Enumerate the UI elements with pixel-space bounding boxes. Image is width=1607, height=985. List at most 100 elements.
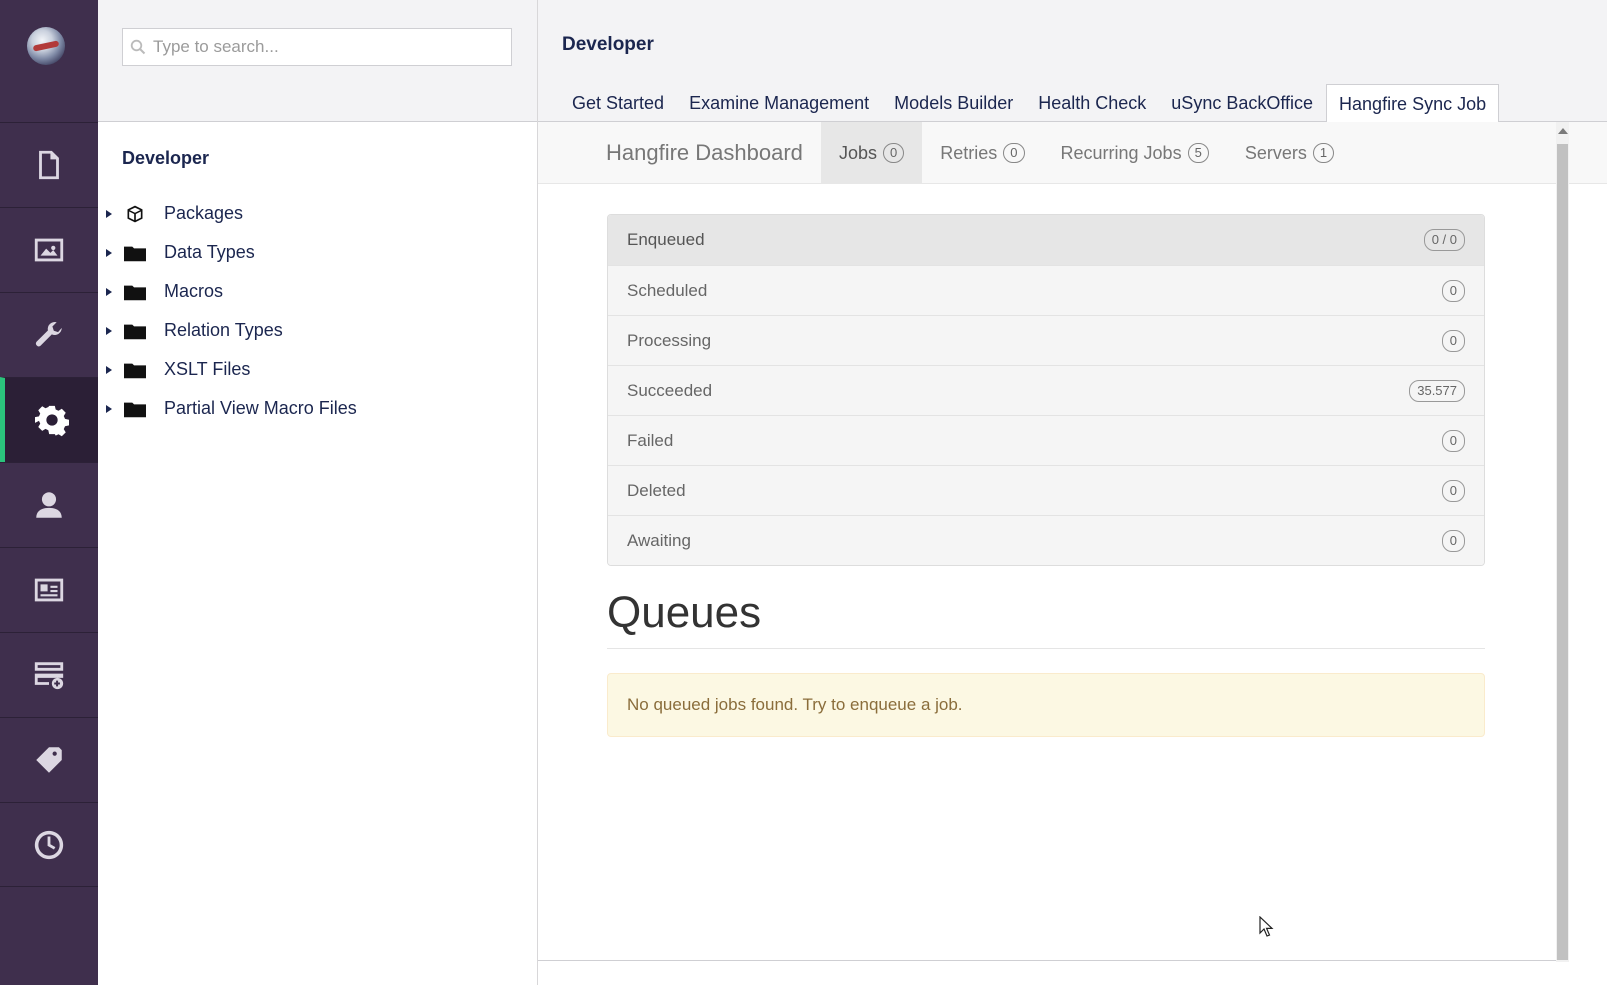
state-count-badge: 0 [1441, 529, 1465, 552]
page-title: Developer [562, 34, 654, 55]
state-enqueued[interactable]: Enqueued 0 / 0 [608, 215, 1484, 265]
hangfire-frame: Hangfire Dashboard Jobs 0 Retries 0 Recu… [538, 122, 1607, 985]
tab-examine-management[interactable]: Examine Management [677, 84, 881, 122]
rail-forms[interactable] [0, 632, 98, 717]
tab-hangfire-sync-job[interactable]: Hangfire Sync Job [1326, 84, 1500, 123]
rail-translation[interactable] [0, 717, 98, 802]
queues-heading: Queues [607, 588, 762, 637]
tree-item-label: XSLT Files [164, 359, 251, 379]
expand-caret-icon[interactable] [106, 287, 114, 296]
nav-recurring-jobs-badge: 5 [1187, 143, 1209, 163]
tree-title: Developer [122, 148, 210, 168]
folder-icon [124, 360, 146, 380]
tree-item-macros[interactable]: Macros [98, 272, 537, 311]
main-header: Developer Get Started Examine Management… [538, 0, 1607, 123]
scroll-up-arrow-icon[interactable] [1558, 128, 1568, 134]
tree-item-data-types[interactable]: Data Types [98, 233, 537, 272]
tree-list: Packages Data Types Macros Relation Type… [98, 194, 537, 428]
rail-users[interactable] [0, 462, 98, 547]
nav-retries[interactable]: Retries 0 [922, 122, 1042, 184]
hangfire-brand-link[interactable]: Hangfire Dashboard [606, 140, 803, 166]
folder-icon [124, 243, 146, 263]
form-icon [34, 662, 64, 690]
state-count-badge: 0 [1441, 279, 1465, 302]
state-label: Awaiting [627, 530, 691, 550]
tab-usync-backoffice[interactable]: uSync BackOffice [1159, 84, 1325, 122]
nav-jobs-label: Jobs [839, 143, 878, 163]
state-label: Succeeded [627, 380, 713, 400]
dashboard-tabs: Get Started Examine Management Models Bu… [560, 84, 1500, 123]
scrollbar-thumb[interactable] [1557, 144, 1568, 960]
tree-panel: Developer Packages Data Types Macros Rel… [98, 0, 538, 985]
mouse-cursor-icon [1259, 916, 1274, 937]
state-count-badge: 35.577 [1409, 379, 1465, 402]
rail-members[interactable] [0, 547, 98, 632]
no-queued-jobs-alert: No queued jobs found. Try to enqueue a j… [607, 673, 1485, 737]
tab-models-builder[interactable]: Models Builder [882, 84, 1025, 122]
hangfire-navbar: Hangfire Dashboard Jobs 0 Retries 0 Recu… [538, 122, 1607, 184]
tree-item-partial-view-macro-files[interactable]: Partial View Macro Files [98, 389, 537, 428]
clock-icon [34, 830, 64, 859]
nav-recurring-jobs[interactable]: Recurring Jobs 5 [1043, 122, 1227, 184]
state-scheduled[interactable]: Scheduled 0 [608, 265, 1484, 315]
tree-item-label: Relation Types [164, 320, 283, 340]
state-succeeded[interactable]: Succeeded 35.577 [608, 365, 1484, 415]
id-card-icon [34, 578, 64, 602]
tree-header [98, 0, 537, 122]
package-icon [124, 204, 146, 224]
user-icon [36, 492, 62, 518]
rail-history[interactable] [0, 802, 98, 887]
state-count-badge: 0 [1441, 329, 1465, 352]
gear-icon [34, 405, 69, 437]
state-label: Enqueued [627, 230, 705, 249]
tab-health-check[interactable]: Health Check [1026, 84, 1158, 122]
expand-caret-icon[interactable] [106, 365, 114, 374]
user-avatar[interactable] [27, 27, 65, 65]
tab-get-started[interactable]: Get Started [560, 84, 676, 122]
state-label: Scheduled [627, 280, 708, 300]
state-label: Deleted [627, 480, 686, 500]
expand-caret-icon[interactable] [106, 248, 114, 257]
tree-item-label: Partial View Macro Files [164, 398, 357, 418]
search-box [122, 28, 512, 66]
document-icon [39, 150, 59, 180]
folder-icon [124, 399, 146, 419]
nav-recurring-jobs-label: Recurring Jobs [1060, 143, 1182, 163]
job-states-list: Enqueued 0 / 0 Scheduled 0 Processing 0 … [607, 214, 1485, 566]
rail-media[interactable] [0, 207, 98, 292]
tree-item-packages[interactable]: Packages [98, 194, 537, 233]
state-count-badge: 0 [1441, 479, 1465, 502]
state-deleted[interactable]: Deleted 0 [608, 465, 1484, 515]
search-input[interactable] [153, 37, 493, 57]
state-label: Processing [627, 330, 712, 350]
tree-item-relation-types[interactable]: Relation Types [98, 311, 537, 350]
tree-item-xslt-files[interactable]: XSLT Files [98, 350, 537, 389]
rail-settings[interactable] [0, 292, 98, 377]
expand-caret-icon[interactable] [106, 404, 114, 413]
content-bottom-border [538, 960, 1556, 961]
nav-retries-label: Retries [940, 143, 998, 163]
hangfire-nav-links: Jobs 0 Retries 0 Recurring Jobs 5 Server… [821, 122, 1352, 184]
section-rail [0, 0, 98, 985]
state-awaiting[interactable]: Awaiting 0 [608, 515, 1484, 565]
folder-icon [124, 282, 146, 302]
nav-servers[interactable]: Servers 1 [1227, 122, 1352, 184]
state-failed[interactable]: Failed 0 [608, 415, 1484, 465]
content-scrollbar[interactable] [1556, 122, 1569, 962]
tag-icon [36, 747, 62, 773]
tree-item-label: Data Types [164, 242, 255, 262]
state-label: Failed [627, 430, 674, 450]
expand-caret-icon[interactable] [106, 209, 114, 218]
nav-jobs[interactable]: Jobs 0 [821, 122, 923, 184]
state-count-badge: 0 / 0 [1423, 229, 1465, 251]
rail-content[interactable] [0, 122, 98, 207]
image-icon [34, 238, 64, 262]
tree-item-label: Packages [164, 203, 244, 223]
search-icon [123, 39, 153, 55]
nav-jobs-badge: 0 [883, 143, 905, 163]
expand-caret-icon[interactable] [106, 326, 114, 335]
state-processing[interactable]: Processing 0 [608, 315, 1484, 365]
folder-icon [124, 321, 146, 341]
nav-servers-label: Servers [1244, 143, 1307, 163]
rail-developer[interactable] [0, 377, 98, 462]
